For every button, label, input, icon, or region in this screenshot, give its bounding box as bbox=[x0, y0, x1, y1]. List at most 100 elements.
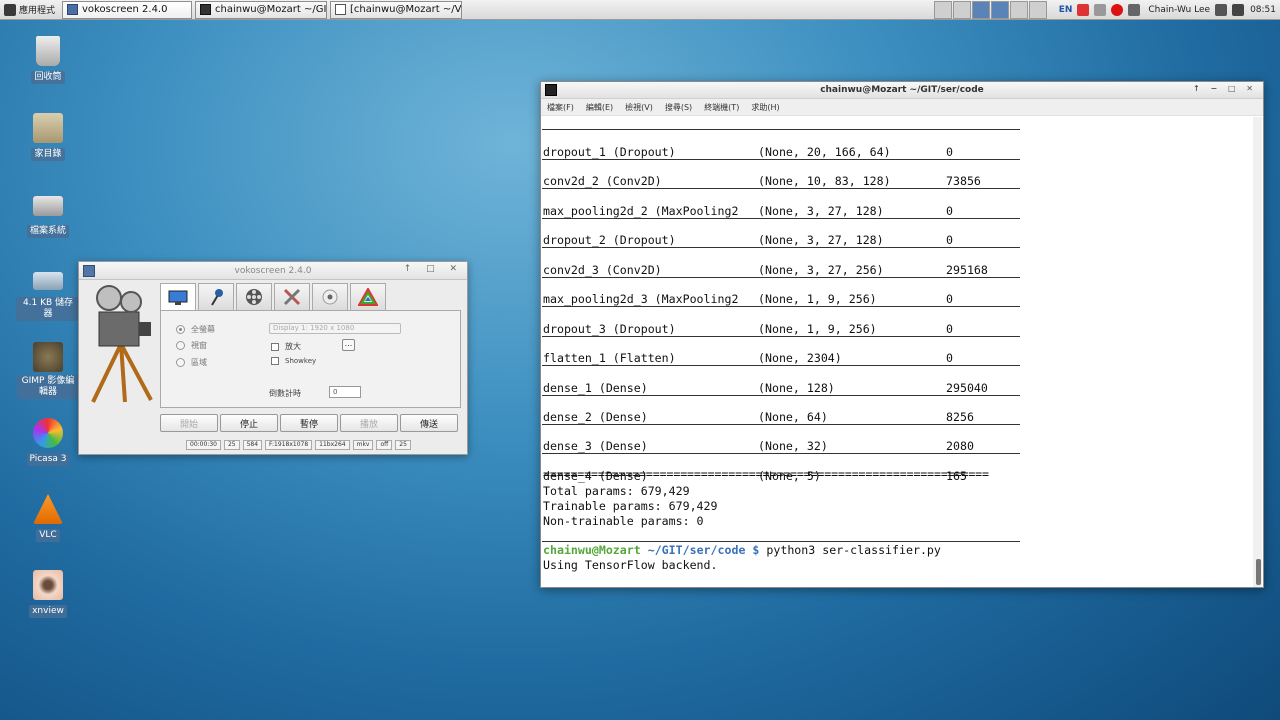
clock[interactable]: 08:51 bbox=[1250, 5, 1276, 15]
terminal-icon bbox=[545, 84, 557, 96]
action-buttons: 開始 停止 暫停 播放 傳送 bbox=[160, 414, 460, 432]
display-select[interactable]: Display 1: 1920 x 1080 bbox=[269, 323, 401, 334]
start-button[interactable]: 開始 bbox=[160, 414, 218, 432]
home-folder-icon bbox=[33, 113, 63, 143]
screen-icon[interactable] bbox=[1215, 4, 1228, 16]
pause-button[interactable]: 暫停 bbox=[280, 414, 338, 432]
settings-icon[interactable] bbox=[1128, 4, 1141, 16]
filesystem-desktop-icon[interactable]: 檔案系統 bbox=[16, 190, 80, 238]
window-controls[interactable]: ↑ − □ ✕ bbox=[1193, 84, 1257, 93]
magnifier-checkbox[interactable] bbox=[271, 342, 279, 351]
magnifier-row[interactable]: 放大 bbox=[271, 341, 301, 352]
layer-shape: (None, 3, 27, 128) bbox=[758, 204, 884, 218]
window-controls[interactable]: ↑ □ ✕ bbox=[404, 264, 463, 274]
showkey-checkbox[interactable] bbox=[271, 357, 279, 365]
tab-webcam[interactable] bbox=[312, 283, 348, 310]
gimp-desktop-icon[interactable]: GIMP 影像編輯器 bbox=[16, 342, 80, 399]
layer-shape: (None, 128) bbox=[758, 381, 835, 395]
vokoscreen-icon bbox=[83, 265, 95, 277]
workspace-3[interactable] bbox=[971, 1, 990, 19]
tab-screen[interactable] bbox=[160, 283, 196, 311]
workspace-1[interactable] bbox=[933, 1, 952, 19]
layer-row: dropout_2 (Dropout) (None, 3, 27, 128) 0 bbox=[542, 219, 953, 247]
stop-button[interactable]: 停止 bbox=[220, 414, 278, 432]
send-button[interactable]: 傳送 bbox=[400, 414, 458, 432]
layer-params: 295040 bbox=[946, 381, 988, 395]
terminal-output[interactable]: dropout_1 (Dropout) (None, 20, 166, 64) 0 … bbox=[542, 117, 1254, 587]
play-button[interactable]: 播放 bbox=[340, 414, 398, 432]
menu-search[interactable]: 搜尋(S) bbox=[665, 102, 692, 113]
layer-params: 8256 bbox=[946, 410, 974, 424]
xnview-desktop-icon[interactable]: xnview bbox=[16, 570, 80, 618]
vlc-desktop-icon[interactable]: VLC bbox=[16, 494, 80, 542]
volume-icon[interactable] bbox=[1232, 4, 1245, 16]
layer-name: dropout_3 (Dropout) bbox=[543, 322, 676, 336]
applications-menu[interactable]: 應用程式 bbox=[0, 0, 59, 20]
layer-row: conv2d_2 (Conv2D) (None, 10, 83, 128) 7385… bbox=[542, 160, 981, 188]
row-separator bbox=[542, 541, 1020, 542]
window-titlebar[interactable]: chainwu@Mozart ~/GIT/ser/code ↑ − □ ✕ bbox=[541, 82, 1263, 99]
desktop-icon-label: Picasa 3 bbox=[26, 453, 70, 466]
menu-edit[interactable]: 編輯(E) bbox=[586, 102, 613, 113]
countdown-label: 倒數計時 bbox=[269, 389, 301, 398]
radio-area[interactable] bbox=[176, 358, 185, 367]
workspace-6[interactable] bbox=[1028, 1, 1047, 19]
tab-audio[interactable] bbox=[198, 283, 234, 310]
taskbar: 應用程式 vokoscreen 2.4.0 chainwu@Mozart ~/G… bbox=[0, 0, 1280, 20]
movie-camera-illustration bbox=[91, 285, 153, 403]
menu-file[interactable]: 檔案(F) bbox=[547, 102, 574, 113]
menu-view[interactable]: 檢視(V) bbox=[625, 102, 653, 113]
layer-shape: (None, 1, 9, 256) bbox=[758, 292, 877, 306]
radio-fullscreen[interactable] bbox=[176, 325, 185, 334]
radio-area-row[interactable]: 區域 bbox=[176, 357, 207, 368]
radio-fullscreen-row[interactable]: 全螢幕 bbox=[176, 324, 215, 335]
countdown-spinbox[interactable]: 0 bbox=[329, 386, 361, 398]
layer-shape: (None, 3, 27, 128) bbox=[758, 233, 884, 247]
menu-help[interactable]: 求助(H) bbox=[751, 102, 779, 113]
task-vokoscreen[interactable]: vokoscreen 2.4.0 bbox=[62, 0, 193, 19]
layer-params: 295168 bbox=[946, 263, 988, 277]
menu-terminal[interactable]: 終端機(T) bbox=[704, 102, 739, 113]
showkey-row[interactable]: Showkey bbox=[271, 357, 316, 365]
tab-tools[interactable] bbox=[274, 283, 310, 310]
workspace-5[interactable] bbox=[1009, 1, 1028, 19]
xnview-icon bbox=[33, 570, 63, 600]
layer-name: flatten_1 (Flatten) bbox=[543, 351, 676, 365]
layer-shape: (None, 10, 83, 128) bbox=[758, 174, 891, 188]
keyboard-layout[interactable]: EN bbox=[1059, 5, 1073, 15]
task-videos[interactable]: [chainwu@Mozart ~/Vid… bbox=[330, 0, 463, 19]
task-label: vokoscreen 2.4.0 bbox=[82, 4, 168, 15]
scrollbar-thumb[interactable] bbox=[1256, 559, 1261, 585]
workspace-2[interactable] bbox=[952, 1, 971, 19]
tab-bar bbox=[160, 283, 388, 311]
trash-desktop-icon[interactable]: 回收筒 bbox=[16, 36, 80, 84]
pen-icon[interactable] bbox=[1094, 4, 1107, 16]
storage-desktop-icon[interactable]: 4.1 KB 儲存器 bbox=[16, 266, 80, 321]
user-name[interactable]: Chain-Wu Lee bbox=[1148, 5, 1210, 15]
row-separator bbox=[542, 424, 1020, 425]
tab-about[interactable] bbox=[350, 283, 386, 310]
tab-video[interactable] bbox=[236, 283, 272, 310]
window-icon bbox=[335, 4, 347, 15]
desktop-icon-label: VLC bbox=[36, 529, 60, 542]
status-size: 584 bbox=[242, 440, 263, 450]
layer-row: conv2d_3 (Conv2D) (None, 3, 27, 256) 29516… bbox=[542, 249, 988, 277]
task-terminal[interactable]: chainwu@Mozart ~/GIT/… bbox=[195, 0, 328, 19]
radio-window[interactable] bbox=[176, 341, 185, 350]
terminal-scrollbar[interactable] bbox=[1253, 117, 1262, 587]
row-separator bbox=[542, 218, 1020, 219]
layer-row: max_pooling2d_3 (MaxPooling2 (None, 1, 9,… bbox=[542, 278, 953, 306]
workspace-pager[interactable] bbox=[933, 1, 1047, 19]
window-titlebar[interactable]: vokoscreen 2.4.0 ↑ □ ✕ bbox=[79, 262, 467, 280]
picasa-desktop-icon[interactable]: Picasa 3 bbox=[16, 418, 80, 466]
row-separator bbox=[542, 247, 1020, 248]
status-resolution: F:1918x1078 bbox=[265, 440, 313, 450]
magnifier-options-button[interactable]: ... bbox=[342, 339, 355, 351]
home-desktop-icon[interactable]: 家目錄 bbox=[16, 113, 80, 161]
record-icon[interactable] bbox=[1111, 4, 1124, 16]
layer-name: dropout_2 (Dropout) bbox=[543, 233, 676, 247]
radio-window-row[interactable]: 視窗 bbox=[176, 340, 207, 351]
workspace-4[interactable] bbox=[990, 1, 1009, 19]
row-separator bbox=[542, 277, 1020, 278]
shield-icon[interactable] bbox=[1077, 4, 1090, 16]
